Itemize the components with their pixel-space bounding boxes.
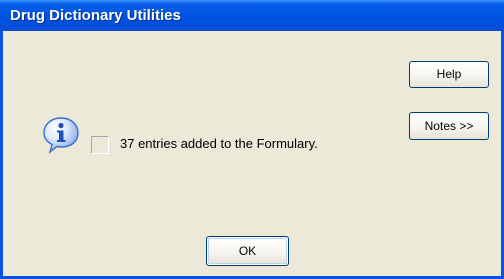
information-icon — [43, 117, 79, 154]
window-title: Drug Dictionary Utilities — [10, 7, 181, 24]
ok-button[interactable]: OK — [206, 236, 289, 266]
dialog-window: Drug Dictionary Utilities Help Notes >> … — [0, 0, 504, 279]
help-button[interactable]: Help — [409, 61, 489, 88]
dialog-body: Help Notes >> 37 entries added to the Fo… — [3, 31, 501, 276]
notes-button[interactable]: Notes >> — [409, 112, 489, 140]
title-bar[interactable]: Drug Dictionary Utilities — [0, 0, 504, 31]
message-text: 37 entries added to the Formulary. — [120, 136, 318, 151]
status-icon-frame — [91, 136, 109, 154]
